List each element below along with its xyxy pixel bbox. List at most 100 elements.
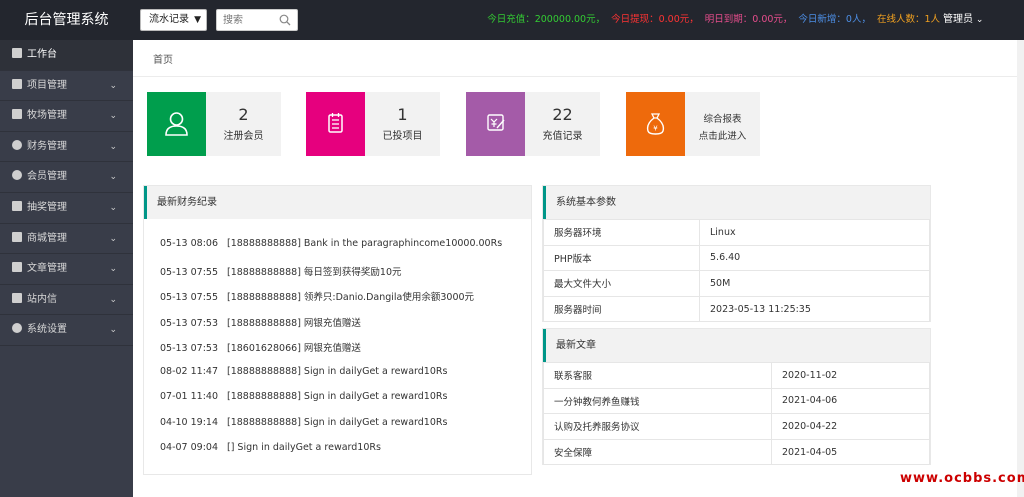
chevron-down-icon: ⌄: [109, 264, 117, 275]
gear-icon: [12, 323, 22, 334]
record-text: [18601628066] 网银充值赠送: [227, 343, 361, 354]
sidebar-item-members[interactable]: 会员管理 ⌄: [0, 162, 133, 193]
card-icon-box: [466, 92, 525, 156]
sidebar-item-articles[interactable]: 文章管理 ⌄: [0, 254, 133, 285]
sidebar-item-finance[interactable]: 财务管理 ⌄: [0, 132, 133, 163]
article-title[interactable]: 联系客服: [543, 362, 772, 389]
sidebar-item-label: 牧场管理: [27, 110, 67, 122]
today-stats: 今日充值：200000.00元， 今日提现：0.00元， 明日到期：0.00元， 今日…: [481, 0, 940, 40]
search-icon[interactable]: [279, 14, 291, 26]
clipboard-icon: [328, 113, 343, 133]
record-text: [] Sign in dailyGet a reward10Rs: [227, 442, 381, 453]
sidebar-item-ranch[interactable]: 牧场管理 ⌄: [0, 101, 133, 132]
list-item[interactable]: 08-02 11:47 [18888888888] Sign in dailyGe…: [160, 366, 447, 377]
sidebar-item-label: 系统设置: [27, 324, 67, 336]
svg-text:¥: ¥: [653, 125, 658, 133]
list-item[interactable]: 04-07 09:04 [] Sign in dailyGet a reward1…: [160, 442, 381, 453]
record-type-select-value: 流水记录: [149, 14, 189, 25]
article-title[interactable]: 安全保障: [543, 438, 772, 466]
stat-card-report[interactable]: ¥ 综合报表 点击此进入: [626, 92, 760, 156]
finance-icon: [12, 139, 22, 150]
panel-title: 最新财务纪录: [144, 186, 531, 219]
record-text: [18888888888] 每日签到获得奖励10元: [227, 266, 402, 278]
article-date: 2020-11-02: [771, 362, 930, 389]
record-time: 05-13 07:55: [160, 292, 219, 303]
list-item[interactable]: 05-13 07:55 [18888888888] 领养只:Danio.Dangi…: [160, 289, 474, 303]
stat-card-members[interactable]: 2 注册会员: [147, 92, 281, 156]
sidebar-item-label: 抽奖管理: [27, 201, 67, 213]
sidebar-item-mall[interactable]: 商城管理 ⌄: [0, 224, 133, 255]
sidebar-item-projects[interactable]: 项目管理 ⌄: [0, 71, 133, 102]
sidebar-item-settings[interactable]: 系统设置 ⌄: [0, 315, 133, 346]
table-row[interactable]: 安全保障 2021-04-05: [543, 438, 930, 466]
sidebar-item-dashboard[interactable]: 工作台: [0, 40, 133, 71]
record-time: 05-13 08:06: [160, 238, 219, 249]
table-row: 最大文件大小 50M: [543, 270, 930, 297]
list-item[interactable]: 04-10 19:14 [18888888888] Sign in dailyGe…: [160, 417, 447, 428]
chevron-down-icon: ⌄: [109, 172, 117, 183]
sidebar-item-messages[interactable]: 站内信 ⌄: [0, 285, 133, 316]
chevron-down-icon: ⌄: [109, 294, 117, 305]
admin-menu[interactable]: 管理员 ⌄: [943, 0, 983, 40]
list-item[interactable]: 05-13 07:55 [18888888888] 每日签到获得奖励10元: [160, 264, 402, 278]
article-title[interactable]: 认购及托养服务协议: [543, 413, 772, 440]
main-content: 首页 2 注册会员 1 已投项目 22 充值记录 ¥ 综合报表 点击此进入 最新…: [133, 40, 1024, 497]
document-icon: [12, 200, 22, 211]
stat-card-recharge[interactable]: 22 充值记录: [466, 92, 600, 156]
table-cell-key: PHP版本: [543, 244, 700, 272]
article-title[interactable]: 一分钟教何养鱼赚钱: [543, 387, 772, 415]
card-label: 注册会员: [223, 131, 264, 142]
record-text: [18888888888] Sign in dailyGet a reward1…: [227, 365, 448, 377]
record-time: 04-10 19:14: [160, 416, 219, 428]
articles-panel: 最新文章 联系客服 2020-11-02 一分钟教何养鱼赚钱 2021-04-06 …: [542, 328, 931, 466]
list-item[interactable]: 07-01 11:40 [18888888888] Sign in dailyGe…: [160, 391, 447, 402]
document-icon: [12, 109, 22, 120]
card-value: 22: [552, 105, 573, 124]
record-time: 04-07 09:04: [160, 442, 219, 453]
table-cell-value: Linux: [699, 219, 930, 246]
stat-expire: 明日到期：0.00元，: [704, 14, 793, 25]
record-text: [18888888888] Bank in the paragraphincom…: [227, 238, 503, 249]
sidebar-item-lottery[interactable]: 抽奖管理 ⌄: [0, 193, 133, 224]
card-icon-box: [306, 92, 365, 156]
stat-withdraw: 今日提现：0.00元，: [611, 14, 699, 25]
table-cell-key: 最大文件大小: [543, 270, 700, 297]
search-box[interactable]: [216, 9, 298, 31]
card-label: 充值记录: [542, 131, 583, 142]
top-bar: 后台管理系统 流水记录 ▼ 今日充值：200000.00元， 今日提现：0.00元…: [0, 0, 1024, 40]
record-type-select[interactable]: 流水记录 ▼: [140, 9, 207, 31]
list-item[interactable]: 05-13 08:06 [18888888888] Bank in the par…: [160, 238, 502, 249]
chevron-down-icon: ⌄: [109, 111, 117, 122]
user-icon: [165, 112, 188, 136]
record-text: [18888888888] Sign in dailyGet a reward1…: [227, 416, 448, 428]
document-icon: [12, 231, 22, 242]
chevron-down-icon: ⌄: [973, 15, 984, 25]
sidebar-item-label: 项目管理: [27, 79, 67, 91]
breadcrumb-home[interactable]: 首页: [153, 55, 173, 66]
table-row: 服务器环境 Linux: [543, 219, 930, 246]
list-item[interactable]: 05-13 07:53 [18888888888] 网银充值赠送: [160, 315, 361, 329]
panel-title: 系统基本参数: [543, 186, 930, 219]
sidebar-item-label: 会员管理: [27, 171, 67, 183]
article-date: 2021-04-06: [771, 387, 930, 415]
table-row[interactable]: 认购及托养服务协议 2020-04-22: [543, 413, 930, 440]
chevron-down-icon: ▼: [194, 15, 201, 25]
scrollbar[interactable]: [1017, 40, 1024, 497]
card-value: 2: [238, 105, 249, 124]
card-label: 已投项目: [382, 131, 423, 142]
search-input[interactable]: [223, 10, 281, 30]
list-item[interactable]: 05-13 07:53 [18601628066] 网银充值赠送: [160, 340, 361, 354]
table-row[interactable]: 一分钟教何养鱼赚钱 2021-04-06: [543, 387, 930, 415]
document-icon: [12, 78, 22, 89]
articles-table: 联系客服 2020-11-02 一分钟教何养鱼赚钱 2021-04-06 认购及托养…: [543, 362, 930, 466]
stat-card-projects[interactable]: 1 已投项目: [306, 92, 440, 156]
panel-title: 最新文章: [543, 329, 930, 362]
sidebar-item-label: 商城管理: [27, 232, 67, 244]
finance-panel: 最新财务纪录 05-13 08:06 [18888888888] Bank in …: [143, 185, 532, 475]
chevron-down-icon: ⌄: [109, 325, 117, 336]
card-value: 1: [397, 105, 408, 124]
sidebar-item-label: 工作台: [27, 49, 57, 60]
article-date: 2020-04-22: [771, 413, 930, 440]
system-panel: 系统基本参数 服务器环境 Linux PHP版本 5.6.40 最大文件大小 50M …: [542, 185, 931, 323]
table-row[interactable]: 联系客服 2020-11-02: [543, 362, 930, 389]
